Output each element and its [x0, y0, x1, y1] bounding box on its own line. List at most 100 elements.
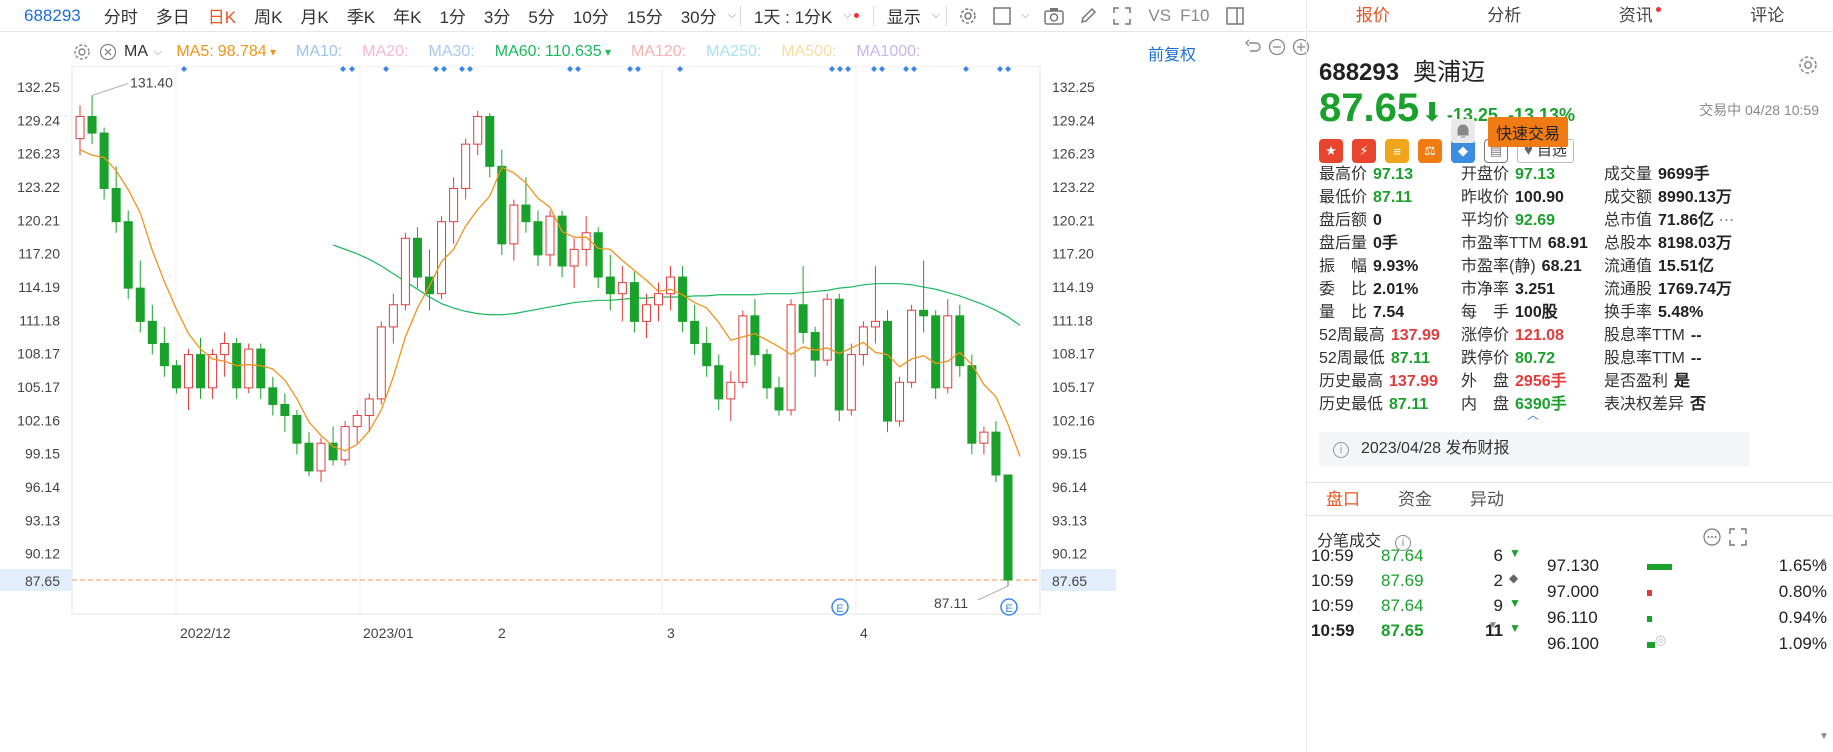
tick-scroll-down-icon[interactable]: ▼: [1488, 620, 1498, 631]
y-tick-label-right: 129.24: [1052, 112, 1095, 128]
undo-icon[interactable]: [1244, 38, 1262, 61]
x-axis-label: 2: [498, 625, 506, 641]
panel-scrollbar[interactable]: ▲ ▼: [1816, 556, 1830, 746]
period-tab-7[interactable]: 1分: [430, 3, 474, 28]
candle-body: [352, 415, 362, 428]
ma-legend-item[interactable]: MA30:: [428, 43, 474, 61]
camera-icon[interactable]: [1043, 5, 1065, 27]
quote-field: 平均价 92.69: [1461, 206, 1555, 230]
market-cap-more-icon[interactable]: ⋯: [1714, 212, 1735, 229]
period-tab-2[interactable]: 日K: [199, 3, 245, 28]
ma-legend-item[interactable]: MA60: 110.635 ▾: [495, 43, 611, 61]
period-tab-10[interactable]: 10分: [564, 3, 618, 28]
report-notice[interactable]: i 2023/04/28 发布财报: [1319, 432, 1749, 466]
ma-legend-value: 98.784: [217, 43, 267, 60]
y-tick-label-right: 126.23: [1052, 146, 1095, 162]
earnings-event-icon[interactable]: E: [831, 598, 849, 616]
candle-body: [870, 320, 880, 328]
period-tab-1[interactable]: 多日: [147, 3, 199, 28]
tab-analysis[interactable]: 分析: [1439, 0, 1571, 31]
candle-body: [690, 320, 700, 345]
y-tick-label-right: 123.22: [1052, 179, 1095, 195]
indicator-select[interactable]: MA: [124, 43, 148, 61]
stock-header: 688293 奥浦迈: [1319, 52, 1485, 87]
ma-legend-item[interactable]: MA120:: [631, 43, 686, 61]
period-tab-12[interactable]: 30分: [672, 3, 726, 28]
tab-fund[interactable]: 资金: [1379, 483, 1451, 515]
range-chevron-icon[interactable]: ⌵: [843, 9, 851, 22]
settings-gear-icon[interactable]: [957, 5, 979, 27]
plot-frame: [71, 66, 1041, 615]
range-select[interactable]: 1天 : 1分K: [745, 3, 841, 28]
alert-bell-icon[interactable]: [1451, 119, 1475, 148]
x-axis-label: 2022/12: [180, 625, 231, 641]
period-tab-3[interactable]: 周K: [245, 3, 291, 28]
period-tab-8[interactable]: 3分: [475, 3, 519, 28]
ma-legend-item[interactable]: MA500:: [781, 43, 836, 61]
period-tabs: 分时 多日 日K 周K 月K 季K 年K 1分 3分 5分 10分 15分 30分: [95, 3, 726, 28]
scroll-up-icon[interactable]: ▲: [1819, 556, 1829, 567]
ma-legend-caret-icon[interactable]: ▾: [602, 45, 611, 59]
dist-bar: [1647, 616, 1652, 622]
ma-legend-item[interactable]: MA20:: [362, 43, 408, 61]
tab-pankou[interactable]: 盘口: [1307, 483, 1379, 515]
tick-down-arrow-icon: ▼: [1509, 621, 1521, 635]
period-tab-0[interactable]: 分时: [95, 3, 147, 28]
display-select[interactable]: 显示: [878, 3, 930, 28]
more-options-icon[interactable]: [1703, 528, 1721, 551]
f10-button[interactable]: F10: [1180, 6, 1218, 26]
ma-legend-caret-icon[interactable]: ▾: [267, 45, 276, 59]
dist-bar: [1647, 590, 1652, 596]
collapse-chevron-icon[interactable]: ︿: [1527, 406, 1539, 423]
quote-field: 股息率TTM --: [1604, 321, 1702, 345]
ma-legend-item[interactable]: MA5: 98.784 ▾: [176, 43, 276, 61]
y-tick-label-right: 90.12: [1052, 546, 1087, 562]
ma-legend-label: MA60:: [494, 43, 541, 60]
candle-body: [159, 343, 169, 367]
period-tab-9[interactable]: 5分: [519, 3, 563, 28]
y-tick-label-right: 114.19: [1052, 279, 1094, 295]
tab-movement[interactable]: 异动: [1451, 483, 1523, 515]
period-tab-11[interactable]: 15分: [618, 3, 672, 28]
tab-quote[interactable]: 报价: [1307, 0, 1439, 31]
event-marker-icon: [837, 66, 843, 72]
quick-trade-button[interactable]: 快速交易: [1488, 117, 1569, 147]
vs-compare-button[interactable]: VS: [1139, 6, 1180, 26]
ma-settings-gear-icon[interactable]: [72, 42, 92, 62]
ma-close-icon[interactable]: [98, 42, 118, 62]
stock-code-tab[interactable]: 688293: [24, 6, 81, 26]
tick-down-arrow-icon: ▼: [1509, 546, 1521, 560]
period-tab-5[interactable]: 季K: [338, 3, 384, 28]
candle-body: [955, 315, 965, 367]
tab-comments[interactable]: 评论: [1702, 0, 1833, 31]
y-tick-label-right: 99.15: [1052, 446, 1087, 462]
adjust-mode-select[interactable]: 前复权: [1148, 41, 1196, 65]
panel-toggle-icon[interactable]: [1224, 5, 1246, 27]
ma-legend-item[interactable]: MA1000:: [856, 43, 920, 61]
y-tick-label-right: 87.65: [1052, 573, 1087, 589]
quote-field-value: 2.01%: [1373, 281, 1419, 298]
fullscreen-icon[interactable]: [1111, 5, 1133, 27]
earnings-event-icon[interactable]: E: [1000, 598, 1018, 616]
panel-fullscreen-icon[interactable]: [1729, 528, 1747, 551]
scale-icon[interactable]: ⚖: [1418, 139, 1442, 163]
scroll-down-icon[interactable]: ▼: [1819, 731, 1829, 742]
display-chevron-icon[interactable]: ⌵: [932, 9, 940, 22]
ma-legend-item[interactable]: MA250:: [706, 43, 761, 61]
quote-field-value: 97.13: [1373, 166, 1414, 183]
period-tab-4[interactable]: 月K: [291, 3, 337, 28]
event-marker-icon: [635, 66, 641, 72]
kline-chart[interactable]: 132.25 132.25 129.24 129.24 126.23 126.23 123.…: [0, 66, 1305, 752]
ma-legend-item[interactable]: MA10:: [296, 43, 342, 61]
more-periods-chevron-icon[interactable]: ⌵: [728, 9, 736, 22]
quote-settings-gear-icon[interactable]: [1797, 54, 1819, 81]
zoom-out-icon[interactable]: [1268, 38, 1286, 61]
draw-chevron-icon[interactable]: ⌵: [1021, 9, 1029, 22]
pencil-icon[interactable]: [1077, 5, 1099, 27]
toolbar-divider: [872, 5, 874, 26]
draw-box-icon[interactable]: [991, 5, 1013, 27]
tab-news[interactable]: 资讯: [1570, 0, 1702, 31]
quote-field-value: 121.08: [1515, 327, 1564, 344]
indicator-chevron-icon[interactable]: ⌵: [154, 46, 162, 59]
period-tab-6[interactable]: 年K: [384, 3, 430, 28]
